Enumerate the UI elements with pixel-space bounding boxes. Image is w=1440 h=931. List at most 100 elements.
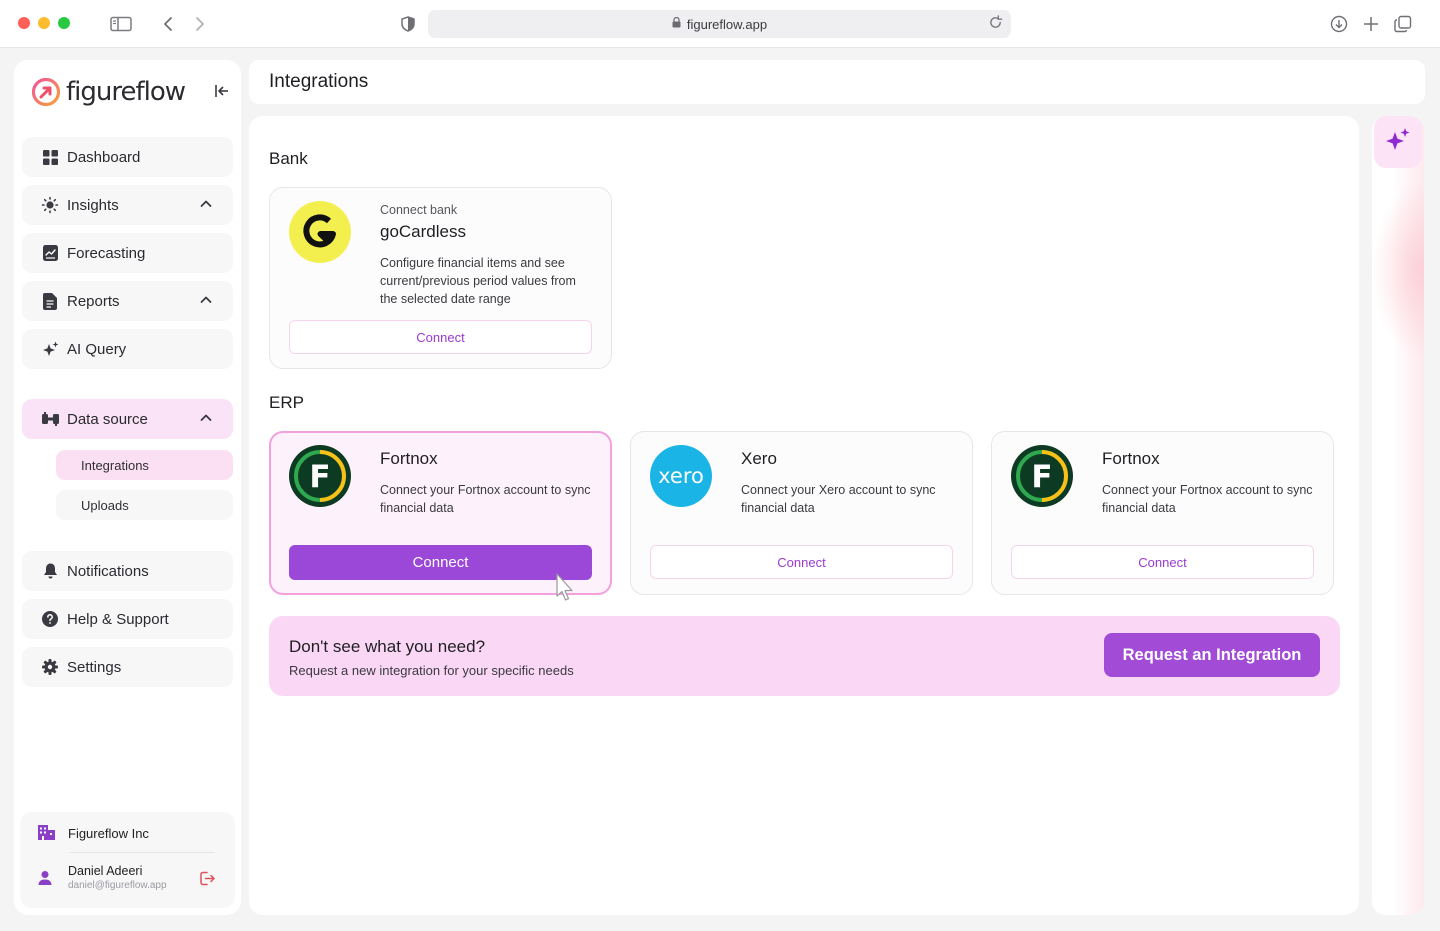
- database-icon: [41, 410, 59, 428]
- logo-text: figureflow: [66, 77, 186, 107]
- request-integration-banner: Don't see what you need? Request a new i…: [269, 616, 1340, 696]
- card-description: Connect your Fortnox account to sync fin…: [380, 483, 591, 515]
- chevron-up-icon[interactable]: [199, 197, 213, 211]
- page-header: Integrations: [249, 60, 1425, 104]
- nav-item-label: Dashboard: [67, 148, 141, 166]
- user-name: Daniel Adeeri: [68, 864, 143, 878]
- section-title-erp: ERP: [269, 393, 304, 412]
- sparkles-icon: [1385, 127, 1411, 158]
- org-name: Figureflow Inc: [68, 825, 149, 841]
- nav-item-insights[interactable]: Insights: [22, 185, 233, 225]
- minimize-window-button[interactable]: [38, 17, 50, 29]
- shield-icon[interactable]: [397, 13, 419, 35]
- connect-fortnox-button[interactable]: Connect: [289, 545, 592, 580]
- card-title: goCardless: [380, 222, 466, 241]
- connect-xero-button[interactable]: Connect: [650, 545, 953, 579]
- user-email: daniel@figureflow.app: [68, 880, 167, 891]
- tabs-overview-icon[interactable]: [1392, 13, 1414, 35]
- download-icon[interactable]: [1328, 13, 1350, 35]
- bell-icon: [41, 562, 59, 580]
- grid-icon: [41, 148, 59, 166]
- nav-item-ai-query[interactable]: AI Query: [22, 329, 233, 369]
- help-icon: [41, 610, 59, 628]
- nav-item-label: Forecasting: [67, 244, 146, 262]
- card-title: Fortnox: [1102, 449, 1160, 468]
- user-profile[interactable]: Daniel Adeeri daniel@figureflow.app: [38, 864, 167, 891]
- mouse-cursor-icon: [556, 573, 573, 601]
- fortnox-logo-icon: F: [1011, 445, 1073, 507]
- organization-switcher[interactable]: Figureflow Inc: [38, 825, 149, 841]
- nav-item-forecasting[interactable]: Forecasting: [22, 233, 233, 273]
- account-panel: Figureflow Inc Daniel Adeeri daniel@figu…: [20, 812, 235, 908]
- new-tab-icon[interactable]: [1360, 13, 1382, 35]
- close-window-button[interactable]: [18, 17, 30, 29]
- nav-item-label: Notifications: [67, 562, 149, 580]
- xero-logo-text: xero: [658, 464, 704, 488]
- nav-item-dashboard[interactable]: Dashboard: [22, 137, 233, 177]
- xero-logo-icon: xero: [650, 445, 712, 507]
- card-description: Connect your Xero account to sync financ…: [741, 483, 936, 515]
- section-title-bank: Bank: [269, 149, 308, 168]
- logo[interactable]: figureflow: [30, 76, 186, 108]
- address-bar[interactable]: figureflow.app: [428, 10, 1011, 38]
- document-icon: [41, 292, 59, 310]
- card-description: Connect your Fortnox account to sync fin…: [1102, 483, 1313, 515]
- divider: [70, 852, 215, 853]
- nav-item-label: Data source: [67, 410, 148, 428]
- card-title: Fortnox: [380, 449, 438, 468]
- fortnox-logo-icon: F: [289, 445, 351, 507]
- sidebar-toggle-icon[interactable]: [110, 13, 132, 35]
- ai-assistant-button[interactable]: [1374, 116, 1422, 168]
- integration-card-fortnox-2: F Fortnox Connect your Fortnox account t…: [991, 431, 1334, 595]
- sidebar: figureflow Dashboard Insights Forecastin…: [14, 60, 241, 915]
- lock-icon: [672, 16, 681, 31]
- integrations-panel: Bank Connect bank goCardless Configure f…: [249, 116, 1359, 915]
- nav-item-label: Help & Support: [67, 610, 169, 628]
- sub-item-label: Uploads: [81, 497, 129, 513]
- sub-item-label: Integrations: [81, 457, 149, 473]
- integration-card-fortnox: F Fortnox Connect your Fortnox account t…: [269, 431, 612, 595]
- gocardless-logo-icon: [289, 201, 351, 263]
- lightbulb-icon: [41, 196, 59, 214]
- banner-title: Don't see what you need?: [289, 637, 486, 656]
- nav-item-label: Insights: [67, 196, 119, 214]
- card-description: Configure financial items and see curren…: [380, 256, 576, 306]
- request-integration-button[interactable]: Request an Integration: [1104, 633, 1320, 677]
- sidebar-subitem-uploads[interactable]: Uploads: [56, 490, 233, 520]
- gear-icon: [41, 658, 59, 676]
- page-title: Integrations: [269, 71, 369, 92]
- logo-mark-icon: [31, 77, 61, 107]
- collapse-sidebar-icon[interactable]: [213, 82, 231, 100]
- nav-item-settings[interactable]: Settings: [22, 647, 233, 687]
- reload-icon[interactable]: [988, 15, 1003, 34]
- maximize-window-button[interactable]: [58, 17, 70, 29]
- sparkles-icon: [41, 340, 59, 358]
- building-icon: [38, 825, 56, 841]
- nav-item-help-support[interactable]: Help & Support: [22, 599, 233, 639]
- connect-fortnox-2-button[interactable]: Connect: [1011, 545, 1314, 579]
- chevron-up-icon[interactable]: [199, 293, 213, 307]
- user-icon: [38, 870, 56, 888]
- card-subtitle: Connect bank: [380, 203, 458, 217]
- browser-toolbar: figureflow.app: [0, 0, 1440, 48]
- chevron-up-icon[interactable]: [199, 411, 213, 425]
- nav-item-label: AI Query: [67, 340, 127, 358]
- sidebar-subitem-integrations[interactable]: Integrations: [56, 450, 233, 480]
- svg-text:F: F: [309, 459, 330, 495]
- nav-item-notifications[interactable]: Notifications: [22, 551, 233, 591]
- nav-item-reports[interactable]: Reports: [22, 281, 233, 321]
- rail-glow: [1372, 180, 1424, 360]
- nav-item-label: Settings: [67, 658, 122, 676]
- chart-doc-icon: [41, 244, 59, 262]
- forward-icon[interactable]: [189, 13, 211, 35]
- svg-text:F: F: [1031, 459, 1052, 495]
- integration-card-xero: xero Xero Connect your Xero account to s…: [630, 431, 973, 595]
- back-icon[interactable]: [157, 13, 179, 35]
- nav-item-data-source[interactable]: Data source: [22, 399, 233, 439]
- banner-subtitle: Request a new integration for your speci…: [289, 663, 574, 678]
- connect-gocardless-button[interactable]: Connect: [289, 320, 592, 354]
- url-text: figureflow.app: [686, 16, 768, 32]
- card-title: Xero: [741, 449, 777, 468]
- logout-icon[interactable]: [199, 870, 217, 888]
- integration-card-gocardless: Connect bank goCardless Configure financ…: [269, 187, 612, 369]
